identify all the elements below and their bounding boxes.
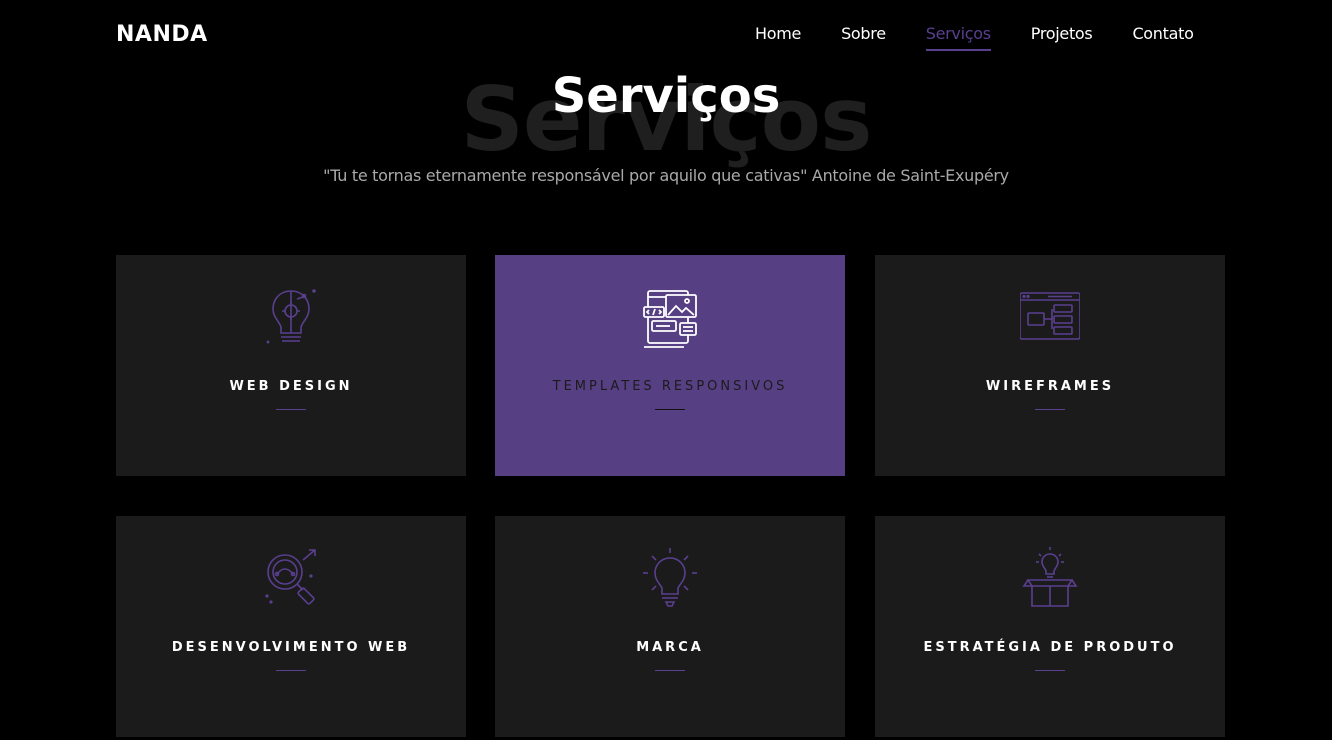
nav-sobre[interactable]: Sobre [841, 24, 886, 51]
service-card-web-design[interactable]: WEB DESIGN [116, 255, 466, 476]
nav-projetos[interactable]: Projetos [1031, 24, 1093, 51]
service-title: WIREFRAMES [985, 379, 1115, 394]
wireframe-icon [1020, 292, 1080, 340]
service-card-wireframes[interactable]: WIREFRAMES [875, 255, 1225, 476]
service-card-desenvolvimento-web[interactable]: DESENVOLVIMENTO WEB [116, 516, 466, 737]
service-title: TEMPLATES RESPONSIVOS [552, 379, 788, 394]
main-nav: Home Sobre Serviços Projetos Contato [755, 24, 1194, 51]
service-card-templates-responsivos[interactable]: TEMPLATES RESPONSIVOS [495, 255, 845, 476]
divider [655, 409, 685, 410]
magnifier-analytics-icon [265, 549, 316, 605]
logo[interactable]: NANDA [116, 22, 208, 47]
page: NANDA Home Sobre Serviços Projetos Conta… [0, 0, 1332, 740]
divider [655, 670, 685, 671]
nav-contato[interactable]: Contato [1132, 24, 1193, 51]
box-idea-icon [1022, 547, 1078, 607]
service-title: DESENVOLVIMENTO WEB [171, 640, 411, 655]
page-title: Serviços [551, 68, 781, 124]
lightbulb-icon [643, 548, 697, 607]
responsive-templates-icon [643, 290, 697, 348]
service-title: MARCA [636, 640, 704, 655]
quote-text: "Tu te tornas eternamente responsável po… [323, 166, 1009, 185]
service-title: WEB DESIGN [229, 379, 353, 394]
divider [276, 409, 306, 410]
service-card-estrategia-de-produto[interactable]: ESTRATÉGIA DE PRODUTO [875, 516, 1225, 737]
lightbulb-gear-icon [266, 289, 316, 344]
service-card-marca[interactable]: MARCA [495, 516, 845, 737]
nav-home[interactable]: Home [755, 24, 801, 51]
divider [1035, 409, 1065, 410]
nav-servicos[interactable]: Serviços [925, 24, 991, 51]
service-title: ESTRATÉGIA DE PRODUTO [923, 640, 1177, 655]
divider [1035, 670, 1065, 671]
divider [276, 670, 306, 671]
